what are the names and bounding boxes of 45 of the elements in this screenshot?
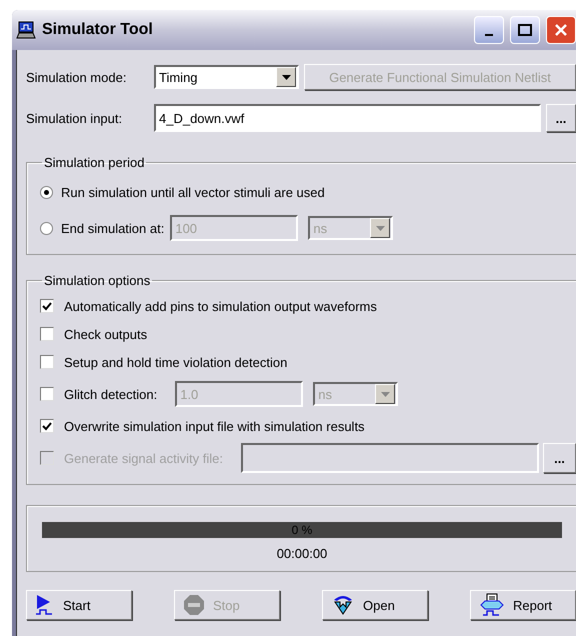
radio-label: Run simulation until all vector stimuli are used <box>61 184 325 200</box>
folder-arrow-icon <box>331 594 355 616</box>
radio-button[interactable] <box>40 222 53 234</box>
close-button[interactable] <box>546 16 576 44</box>
check-icon <box>42 302 52 310</box>
report-printer-icon <box>479 593 505 617</box>
checkbox[interactable] <box>40 355 54 369</box>
window-title: Simulator Tool <box>42 21 154 39</box>
activity-file-field[interactable] <box>240 443 539 473</box>
checkbox-label: Automatically add pins to simulation output waveforms <box>64 298 377 314</box>
mode-label: Simulation mode: <box>26 70 128 84</box>
checkbox[interactable] <box>40 327 54 341</box>
period-title: Simulation period <box>43 155 146 170</box>
input-label: Simulation input: <box>26 110 124 126</box>
play-waveform-icon <box>35 594 55 616</box>
checkbox-label: Check outputs <box>64 326 148 342</box>
minimize-button[interactable] <box>474 16 504 44</box>
check-icon <box>42 422 52 430</box>
action-button[interactable]: Report <box>470 590 576 620</box>
app-icon <box>16 21 36 39</box>
options-title: Simulation options <box>43 273 152 288</box>
checkbox[interactable] <box>40 387 54 401</box>
action-button[interactable]: Start <box>26 590 132 620</box>
input-field[interactable]: 4_D_down.vwf <box>154 104 541 132</box>
stop-sign-icon <box>183 594 205 616</box>
radio-label: End simulation at: <box>61 220 164 236</box>
dropdown-arrow-icon <box>282 74 290 80</box>
checkbox-label: Overwrite simulation input file with simulation results <box>64 418 365 434</box>
elapsed-time: 00:00:00 <box>276 546 328 561</box>
minimize-icon <box>485 34 493 36</box>
dropdown-arrow-icon <box>376 226 385 230</box>
dropdown-arrow-icon <box>380 392 390 396</box>
progress-percent: 0 % <box>292 523 312 537</box>
checkbox-label: Glitch detection: <box>64 386 158 402</box>
maximize-button[interactable] <box>510 16 540 44</box>
maximize-icon <box>518 24 532 36</box>
checkbox[interactable] <box>40 299 54 313</box>
radio-button[interactable] <box>40 186 53 198</box>
checkbox-label: Generate signal activity file: <box>64 450 223 466</box>
checkbox-label: Setup and hold time violation detection <box>64 354 288 370</box>
checkbox[interactable] <box>40 419 54 433</box>
close-icon <box>555 24 567 36</box>
mode-dropdown[interactable]: Timing <box>154 65 299 89</box>
action-button[interactable]: Open <box>322 590 428 620</box>
browse-button[interactable]: ... <box>546 104 576 132</box>
